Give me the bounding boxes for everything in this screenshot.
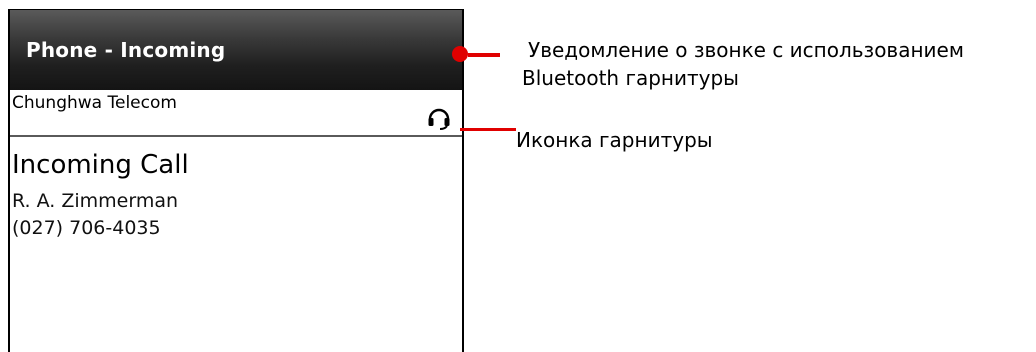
callout-dot — [452, 46, 468, 62]
annotation-notification-line1: Уведомление о звонке с использованием — [528, 38, 964, 62]
caller-number: (027) 706-4035 — [12, 217, 161, 239]
carrier-name: Chunghwa Telecom — [12, 93, 177, 113]
annotation-headset-label: Иконка гарнитуры — [516, 128, 713, 152]
window-title: Phone - Incoming — [26, 38, 226, 62]
call-heading: Incoming Call — [12, 150, 189, 180]
annotation-notification-line2: Bluetooth гарнитуры — [522, 66, 739, 90]
headset-icon — [428, 108, 450, 130]
phone-screen: Phone - Incoming Chunghwa Telecom Incomi… — [8, 9, 464, 352]
title-bar: Phone - Incoming — [10, 10, 462, 90]
caller-name: R. A. Zimmerman — [12, 190, 179, 212]
callout-line-headset — [460, 128, 516, 131]
status-row: Chunghwa Telecom — [10, 90, 462, 137]
callout-line-notification — [468, 53, 500, 57]
